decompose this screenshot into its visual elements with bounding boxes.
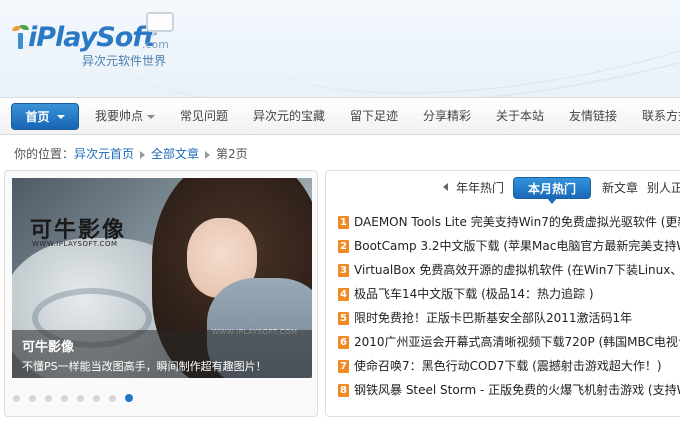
rank-badge: 4 — [338, 288, 349, 301]
breadcrumb-all-articles-link[interactable]: 全部文章 — [151, 147, 199, 161]
hot-articles-panel: 年年热门 本月热门 新文章 别人正在看 1DAEMON Tools Lite 完… — [325, 170, 680, 417]
breadcrumb-prefix: 你的位置： — [14, 147, 75, 161]
nav-item-links[interactable]: 友情链接 — [569, 98, 617, 136]
rank-badge: 3 — [338, 264, 349, 277]
list-item[interactable]: 8 钢铁风暴 Steel Storm - 正版免费的火爆飞机射击游戏 (支持W — [338, 379, 680, 403]
slider-dot[interactable] — [29, 395, 36, 402]
brand-name: iPlaySoft — [28, 22, 156, 53]
slide-caption-desc: 不懂PS一样能当改图高手，瞬间制作超有趣图片！ — [22, 360, 267, 373]
hot-list: 1 DAEMON Tools Lite 完美支持Win7的免费虚拟光驱软件 (更新… — [338, 211, 680, 403]
rank-badge: 7 — [338, 360, 349, 373]
brand-domain-suffix: .com — [142, 38, 169, 51]
nav-item-shuaidian[interactable]: 我要帅点 — [95, 98, 156, 136]
slider-dot[interactable] — [61, 395, 68, 402]
breadcrumb-current-page: 第2页 — [216, 147, 248, 161]
featured-slider: 可牛影像 WWW.IPLAYSOFT.COM WWW.IPLAYSOFT.COM… — [4, 170, 318, 417]
list-item[interactable]: 1 DAEMON Tools Lite 完美支持Win7的免费虚拟光驱软件 (更新 — [338, 211, 680, 235]
tab-month-hot[interactable]: 本月热门 — [513, 177, 592, 204]
slider-dot[interactable] — [45, 395, 52, 402]
rank-badge: 2 — [338, 240, 349, 253]
nav-item-treasure[interactable]: 异次元的宝藏 — [253, 98, 325, 136]
slider-dot[interactable] — [93, 395, 100, 402]
rank-badge: 5 — [338, 312, 349, 325]
nav-home-label: 首页 — [25, 110, 50, 124]
list-item[interactable]: 6 2010广州亚运会开幕式高清晰视频下载720P (韩国MBC电视台 — [338, 331, 680, 355]
slider-pagination — [13, 391, 142, 402]
breadcrumb-home-link[interactable]: 异次元首页 — [74, 147, 134, 161]
header-swoosh-decoration — [239, 0, 680, 97]
speech-bubble-icon — [146, 12, 174, 37]
site-tagline: 异次元软件世界 — [82, 54, 167, 68]
slide-caption-title[interactable]: 可牛影像 — [22, 336, 302, 355]
list-item[interactable]: 5 限时免费抢！正版卡巴斯基安全部队2011激活码1年 — [338, 307, 680, 331]
breadcrumb-separator-icon — [205, 150, 211, 159]
featured-slide[interactable]: 可牛影像 WWW.IPLAYSOFT.COM WWW.IPLAYSOFT.COM… — [12, 178, 312, 378]
hot-tabs: 年年热门 本月热门 新文章 别人正在看 — [326, 171, 680, 204]
nav-item-share[interactable]: 分享精彩 — [423, 98, 471, 136]
chevron-down-icon — [56, 114, 65, 119]
slider-dot[interactable] — [13, 395, 20, 402]
breadcrumb-separator-icon — [140, 150, 146, 159]
list-item[interactable]: 7 使命召唤7：黑色行动COD7下载 (震撼射击游戏超大作！) — [338, 355, 680, 379]
tab-year-hot[interactable]: 年年热门 — [456, 177, 504, 199]
chevron-down-icon — [147, 114, 156, 119]
slide-watermark: WWW.IPLAYSOFT.COM — [32, 240, 118, 248]
nav-home-button[interactable]: 首页 — [11, 103, 79, 130]
tab-new-articles[interactable]: 新文章 — [602, 177, 638, 199]
slider-dot[interactable] — [109, 395, 116, 402]
list-item[interactable]: 3 VirtualBox 免费高效开源的虚拟机软件 (在Win7下装Linux、 — [338, 259, 680, 283]
nav-item-about[interactable]: 关于本站 — [496, 98, 544, 136]
slide-caption: 可牛影像 不懂PS一样能当改图高手，瞬间制作超有趣图片！ — [12, 330, 312, 378]
slider-dot-active[interactable] — [125, 394, 133, 402]
slider-dot[interactable] — [77, 395, 84, 402]
list-item[interactable]: 4 极品飞车14中文版下载 (极品14：热力追踪 ) — [338, 283, 680, 307]
site-logo[interactable]: iPlaySoft .com 异次元软件世界 — [12, 12, 182, 78]
nav-item-faq[interactable]: 常见问题 — [180, 98, 228, 136]
rank-badge: 6 — [338, 336, 349, 349]
nav-item-contact[interactable]: 联系方式 — [642, 98, 680, 136]
nav-item-guestbook[interactable]: 留下足迹 — [350, 98, 398, 136]
rank-badge: 1 — [338, 216, 349, 229]
breadcrumb: 你的位置：异次元首页 全部文章 第2页 — [14, 145, 248, 161]
site-header: iPlaySoft .com 异次元软件世界 — [0, 0, 680, 97]
main-nav: 首页 我要帅点 常见问题 异次元的宝藏 留下足迹 分享精彩 关于本站 友情链接 … — [0, 97, 680, 135]
tab-others-viewing[interactable]: 别人正在看 — [647, 177, 680, 199]
list-item[interactable]: 2 BootCamp 3.2中文版下载 (苹果Mac电脑官方最新完美支持Wi — [338, 235, 680, 259]
rank-badge: 8 — [338, 384, 349, 397]
chevron-left-icon[interactable] — [443, 183, 448, 191]
